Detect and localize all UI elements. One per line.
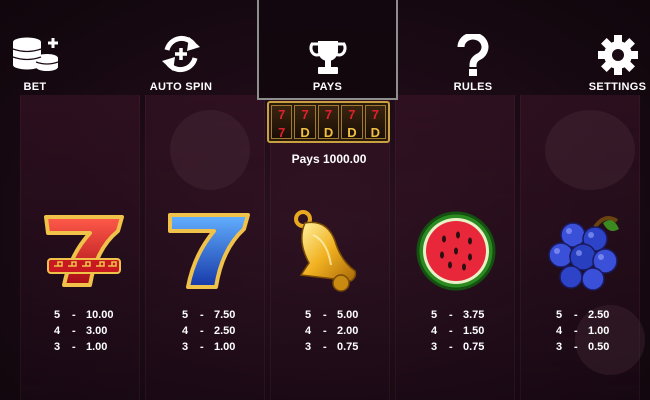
autospin-icon bbox=[159, 34, 203, 79]
pay-row: 4-3.00 bbox=[54, 325, 108, 337]
coins-plus-icon bbox=[9, 36, 61, 81]
background-symbol bbox=[545, 110, 635, 190]
question-icon bbox=[456, 32, 490, 81]
top-navigation: BET AUTO SPIN PAYS RULES SETTINGS bbox=[0, 0, 650, 100]
paytable-bell: 5-5.00 4-2.00 3-0.75 bbox=[305, 307, 395, 355]
reel-cell: 77 bbox=[271, 105, 293, 139]
paytable-blueberries: 5-2.50 4-1.00 3-0.50 bbox=[556, 307, 646, 355]
bell-symbol bbox=[283, 205, 383, 295]
pay-row: 3-1.00 bbox=[54, 341, 108, 353]
winning-line-preview: 77 7D 7D 7D 7D bbox=[267, 101, 390, 143]
background-symbol bbox=[170, 110, 250, 190]
nav-auto-spin[interactable]: AUTO SPIN bbox=[140, 0, 222, 100]
pay-row: 5-7.50 bbox=[182, 309, 236, 321]
pay-row: 5-10.00 bbox=[54, 309, 114, 321]
pay-row: 5-3.75 bbox=[431, 309, 485, 321]
pay-row: 3-0.75 bbox=[431, 341, 485, 353]
pay-row: 4-1.50 bbox=[431, 325, 485, 337]
pay-row: 4-1.00 bbox=[556, 325, 610, 337]
pay-row: 3-1.00 bbox=[182, 341, 236, 353]
nav-bet-label: BET bbox=[23, 81, 47, 93]
pay-row: 4-2.00 bbox=[305, 325, 359, 337]
nav-settings-label: SETTINGS bbox=[588, 81, 647, 93]
paytable-blue-seven: 5-7.50 4-2.50 3-1.00 bbox=[182, 307, 272, 355]
nav-auto-spin-label: AUTO SPIN bbox=[149, 81, 213, 93]
nav-pays-label: PAYS bbox=[312, 81, 343, 93]
reel-cell: 7D bbox=[317, 105, 340, 139]
gear-icon bbox=[597, 34, 639, 81]
nav-settings[interactable]: SETTINGS bbox=[585, 0, 650, 100]
nav-bet[interactable]: BET bbox=[0, 0, 70, 100]
blueberries-symbol bbox=[533, 205, 633, 295]
pay-row: 4-2.50 bbox=[182, 325, 236, 337]
nav-pays[interactable]: PAYS bbox=[257, 0, 398, 100]
reel-cell: 7D bbox=[294, 105, 316, 139]
pay-row: 5-5.00 bbox=[305, 309, 359, 321]
pay-row: 5-2.50 bbox=[556, 309, 610, 321]
paytable-red-seven: 5-10.00 4-3.00 3-1.00 bbox=[54, 307, 144, 355]
watermelon-symbol bbox=[408, 205, 508, 295]
reel-cell: 7D bbox=[364, 105, 387, 139]
nav-rules-label: RULES bbox=[453, 81, 493, 93]
paytable-watermelon: 5-3.75 4-1.50 3-0.75 bbox=[431, 307, 521, 355]
blue-seven-symbol bbox=[160, 205, 260, 295]
pays-total: Pays 1000.00 bbox=[291, 152, 367, 166]
red-seven-symbol bbox=[34, 205, 134, 295]
nav-rules[interactable]: RULES bbox=[438, 0, 508, 100]
reel-cell: 7D bbox=[341, 105, 363, 139]
pay-row: 3-0.50 bbox=[556, 341, 610, 353]
pay-row: 3-0.75 bbox=[305, 341, 359, 353]
trophy-icon bbox=[308, 38, 348, 83]
